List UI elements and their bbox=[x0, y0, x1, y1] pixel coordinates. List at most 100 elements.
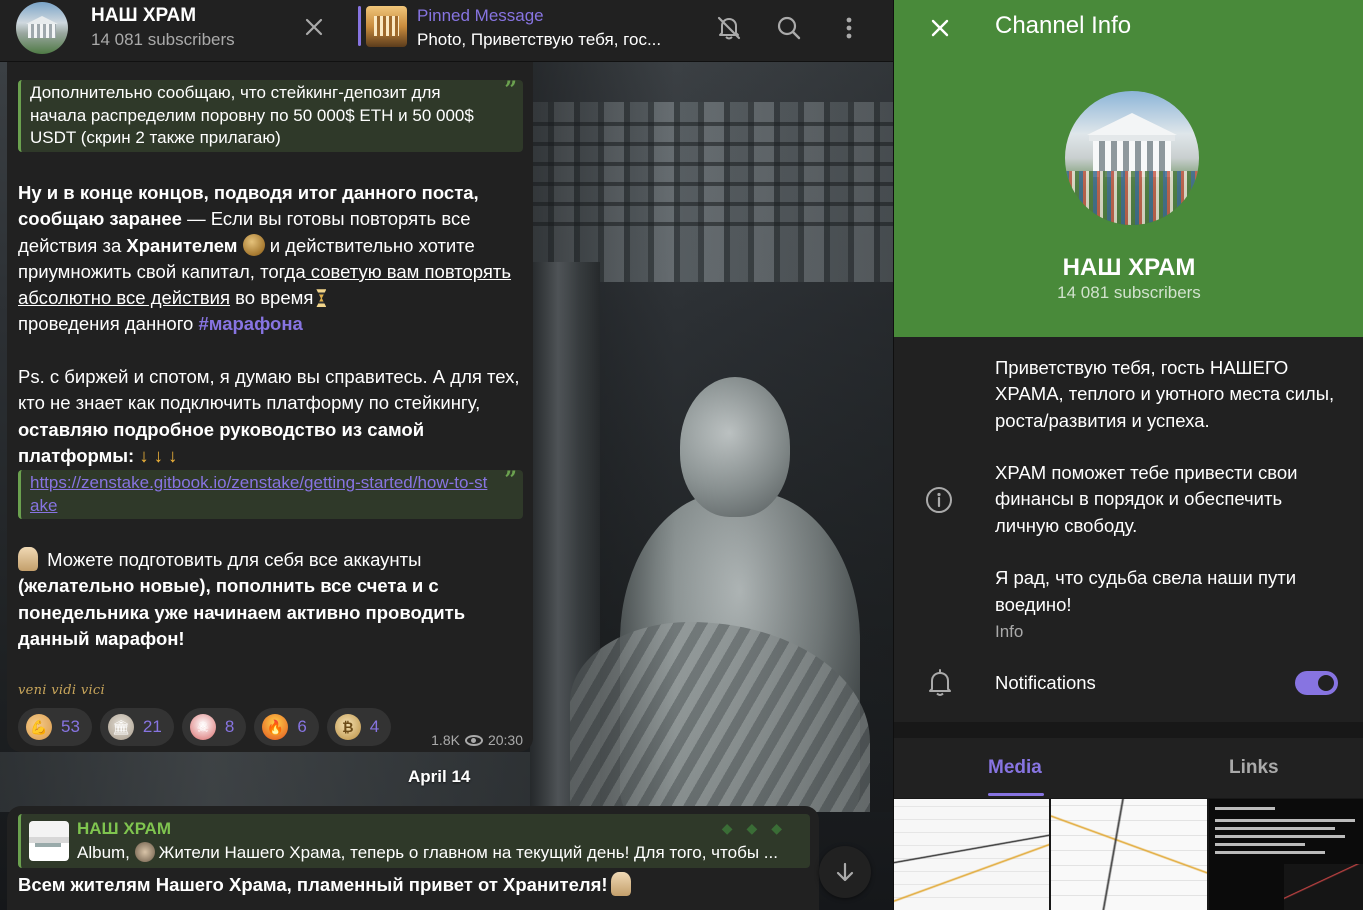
description-paragraph: Я рад, что судьба свела наши пути воедин… bbox=[995, 567, 1297, 615]
message-paragraph-3: Можете подготовить для себя все аккаунты… bbox=[18, 547, 528, 652]
pinned-indicator bbox=[358, 6, 361, 46]
text: Ps. с биржей и спотом, я думаю вы справи… bbox=[18, 366, 520, 414]
reactions-bar: 💪 53 🏛 21 ☠ 8 🔥 6 ₿ 4 bbox=[18, 708, 392, 746]
pinned-label[interactable]: Pinned Message bbox=[417, 6, 544, 26]
telegram-app: НАШ ХРАМ 14 081 subscribers Pinned Messa… bbox=[0, 0, 1363, 910]
reply-preview: Album, Жители Нашего Храма, теперь о гла… bbox=[77, 842, 797, 863]
text: Всем жителям Нашего Храма, пламенный при… bbox=[18, 874, 608, 895]
text: во время bbox=[230, 287, 314, 309]
message-time: 20:30 bbox=[487, 732, 523, 748]
reaction-temple[interactable]: 🏛 21 bbox=[99, 708, 174, 746]
info-body: Приветствую тебя, гость НАШЕГО ХРАМА, те… bbox=[894, 337, 1363, 722]
signature-image: veni vidi vici bbox=[18, 683, 105, 698]
bold-text: Хранителем bbox=[126, 234, 238, 256]
text: Жители Нашего Храма, теперь о главном на… bbox=[158, 843, 778, 862]
channel-title[interactable]: НАШ ХРАМ bbox=[91, 5, 196, 27]
channel-name: НАШ ХРАМ bbox=[1062, 254, 1196, 281]
search-icon bbox=[777, 16, 801, 40]
more-button[interactable] bbox=[833, 12, 865, 44]
reaction-count: 21 bbox=[142, 717, 162, 736]
pinned-text[interactable]: Photo, Приветствую тебя, гос... bbox=[417, 30, 677, 50]
chat-area: НАШ ХРАМ 14 081 subscribers Pinned Messa… bbox=[0, 0, 893, 910]
reaction-count: 8 bbox=[224, 717, 235, 736]
search-button[interactable] bbox=[773, 12, 805, 44]
blockquote-link: https://zenstake.gitbook.io/zenstake/get… bbox=[18, 469, 523, 519]
view-count: 1.8K bbox=[431, 732, 460, 748]
channel-subscribers: 14 081 subscribers bbox=[1057, 283, 1201, 302]
text: Можете подготовить для себя все аккаунты bbox=[42, 549, 422, 570]
guide-link[interactable]: https://zenstake.gitbook.io/zenstake/get… bbox=[30, 473, 487, 515]
bell-icon bbox=[929, 669, 951, 696]
blockquote-1: Дополнительно сообщаю, что стейкинг-депо… bbox=[18, 77, 523, 152]
hashtag-link[interactable]: #марафона bbox=[198, 313, 302, 334]
media-grid bbox=[894, 799, 1363, 910]
gem-pattern-icon: ◆◆◆ bbox=[721, 820, 796, 836]
channel-description[interactable]: Приветствую тебя, гость НАШЕГО ХРАМА, те… bbox=[995, 355, 1345, 618]
close-pinned-button[interactable] bbox=[299, 12, 329, 42]
statue-emoji-icon bbox=[18, 547, 38, 571]
forwarded-reply[interactable]: НАШ ХРАМ Album, Жители Нашего Храма, теп… bbox=[18, 814, 810, 868]
message-bubble[interactable]: Дополнительно сообщаю, что стейкинг-депо… bbox=[7, 62, 533, 752]
channel-avatar-large[interactable] bbox=[1065, 91, 1199, 225]
active-tab-indicator bbox=[988, 793, 1044, 796]
hourglass-emoji-icon bbox=[316, 289, 327, 308]
reaction-torch[interactable]: 🔥 6 bbox=[254, 708, 319, 746]
reaction-count: 53 bbox=[61, 717, 80, 736]
text: проведения данного bbox=[18, 313, 199, 335]
classical-building-icon: 🏛 bbox=[107, 714, 134, 740]
reply-thumbnail bbox=[29, 821, 69, 861]
quote-icon: ” bbox=[504, 77, 517, 103]
text: Album, bbox=[77, 843, 135, 862]
channel-info-panel: Channel Info НАШ ХРАМ 14 081 subscribers… bbox=[893, 0, 1363, 910]
info-header: Channel Info НАШ ХРАМ 14 081 subscribers bbox=[894, 0, 1363, 337]
info-title: Channel Info bbox=[995, 12, 1132, 39]
media-thumbnail[interactable] bbox=[894, 799, 1050, 910]
message-paragraph-2: Ps. с биржей и спотом, я думаю вы справи… bbox=[18, 364, 528, 469]
info-icon bbox=[926, 487, 952, 513]
notifications-label[interactable]: Notifications bbox=[995, 672, 1096, 694]
date-separator: April 14 bbox=[408, 767, 471, 786]
reaction-count: 4 bbox=[369, 717, 380, 736]
pinned-thumbnail[interactable] bbox=[366, 6, 407, 47]
mute-button[interactable] bbox=[713, 12, 745, 44]
bell-off-icon bbox=[717, 16, 741, 40]
media-thumbnail[interactable] bbox=[1051, 799, 1207, 910]
notifications-toggle[interactable] bbox=[1295, 671, 1338, 695]
chat-header: НАШ ХРАМ 14 081 subscribers Pinned Messa… bbox=[0, 0, 893, 62]
message-paragraph-1: Ну и в конце концов, подводя итог данног… bbox=[18, 180, 528, 338]
mini-avatar bbox=[134, 842, 155, 862]
flexed-biceps-icon: 💪 bbox=[26, 714, 52, 740]
channel-avatar[interactable] bbox=[16, 2, 68, 54]
shared-media-tabs: Media Links bbox=[894, 738, 1363, 798]
description-paragraph: Приветствую тебя, гость НАШЕГО ХРАМА, те… bbox=[995, 357, 1335, 431]
reaction-biceps[interactable]: 💪 53 bbox=[18, 708, 92, 746]
eye-icon bbox=[464, 734, 483, 746]
toggle-knob bbox=[1315, 672, 1337, 694]
reaction-count: 6 bbox=[297, 717, 307, 736]
message-bubble-2[interactable]: НАШ ХРАМ Album, Жители Нашего Храма, теп… bbox=[7, 806, 819, 910]
reply-author: НАШ ХРАМ bbox=[77, 819, 171, 838]
quote-text: Дополнительно сообщаю, что стейкинг-депо… bbox=[30, 83, 474, 147]
bold-text: (желательно новые) bbox=[18, 575, 206, 597]
torch-icon: 🔥 bbox=[262, 714, 289, 740]
info-label: Info bbox=[995, 622, 1024, 641]
reaction-bitcoin[interactable]: ₿ 4 bbox=[326, 708, 392, 746]
bitcoin-icon: ₿ bbox=[334, 714, 361, 740]
tab-media[interactable]: Media bbox=[988, 757, 1042, 779]
arrow-down-emoji-icon: ↓ ↓ ↓ bbox=[139, 444, 178, 466]
skull-icon: ☠ bbox=[189, 714, 216, 740]
reaction-skull[interactable]: ☠ 8 bbox=[181, 708, 247, 746]
close-icon bbox=[305, 18, 323, 36]
close-info-button[interactable] bbox=[924, 12, 956, 44]
statue-emoji-icon bbox=[610, 872, 631, 896]
message-2-text: Всем жителям Нашего Храма, пламенный при… bbox=[18, 872, 635, 896]
scroll-down-button[interactable] bbox=[819, 846, 871, 898]
description-paragraph: ХРАМ поможет тебе привести свои финансы … bbox=[995, 462, 1298, 536]
tab-links[interactable]: Links bbox=[1229, 757, 1279, 779]
close-icon bbox=[931, 19, 949, 37]
more-vertical-icon bbox=[846, 17, 852, 39]
media-thumbnail[interactable] bbox=[1208, 799, 1363, 910]
coin-emoji-icon bbox=[242, 233, 265, 256]
arrow-down-icon bbox=[836, 862, 854, 882]
message-meta: 1.8K 20:30 bbox=[431, 732, 523, 748]
